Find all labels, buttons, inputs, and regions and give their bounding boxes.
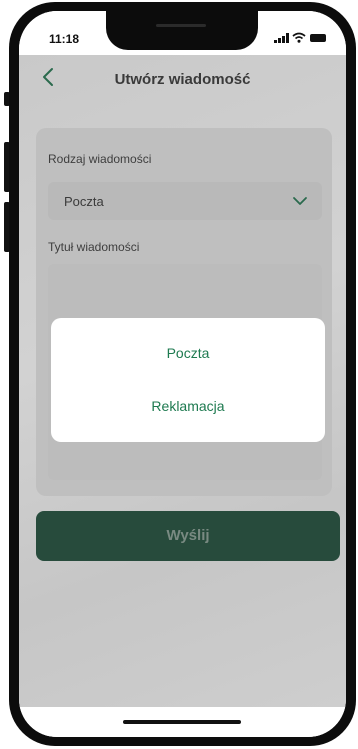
- phone-frame: 11:18 Utwórz wiadomość Rodzaj wiadomości…: [9, 2, 356, 746]
- type-select-value: Poczta: [64, 194, 104, 209]
- notch: [106, 11, 258, 50]
- chevron-down-icon: [293, 197, 307, 205]
- battery-icon: [310, 34, 326, 42]
- type-label: Rodzaj wiadomości: [48, 152, 152, 166]
- title-label: Tytuł wiadomości: [48, 240, 140, 254]
- wifi-icon: [292, 32, 306, 43]
- home-indicator[interactable]: [123, 720, 241, 724]
- page-title: Utwórz wiadomość: [114, 71, 251, 88]
- status-bar: 11:18: [19, 11, 346, 55]
- home-indicator-area: [19, 707, 346, 737]
- send-button[interactable]: Wyślij: [36, 511, 340, 561]
- signal-icon: [274, 33, 289, 43]
- picker-option-poczta[interactable]: Poczta: [51, 345, 325, 361]
- type-select[interactable]: Poczta: [48, 182, 322, 220]
- screen: 11:18 Utwórz wiadomość Rodzaj wiadomości…: [19, 11, 346, 737]
- header: Utwórz wiadomość: [19, 55, 346, 101]
- status-time: 11:18: [49, 32, 80, 46]
- app-content: Utwórz wiadomość Rodzaj wiadomości Poczt…: [19, 55, 346, 737]
- speaker-grille: [156, 24, 206, 27]
- picker-option-reklamacja[interactable]: Reklamacja: [51, 398, 325, 414]
- type-picker-modal: Poczta Reklamacja: [51, 318, 325, 442]
